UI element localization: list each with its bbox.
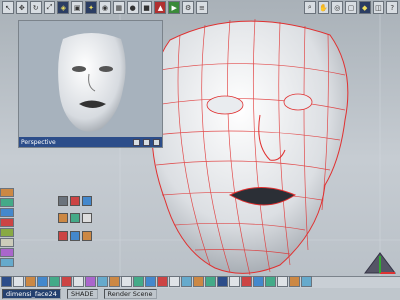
help-icon[interactable]: ? [386,1,399,14]
axis-gizmo-icon [364,252,396,274]
tool-icon[interactable] [253,276,264,287]
tool-icon[interactable] [0,208,14,217]
tool-icon[interactable] [0,218,14,227]
perspective-viewport[interactable]: Perspective [18,20,163,148]
status-bar: dimensi_face24 SHADE Render Scene [0,288,400,300]
tool-icon[interactable] [145,276,156,287]
head-model-shaded [58,33,126,132]
tool-icon[interactable] [157,276,168,287]
tool-icon[interactable] [70,196,80,206]
shade-mode[interactable]: SHADE [66,289,98,299]
frame-icon[interactable]: ▢ [345,1,357,14]
tool-icon[interactable] [49,276,60,287]
scale-icon[interactable]: ⤢ [43,1,56,14]
tool-icon[interactable] [0,238,14,247]
tool-icon[interactable] [121,276,132,287]
tool-icon[interactable] [133,276,144,287]
top-right-toolbar: ⌕ ✋ ◎ ▢ ◆ ◫ ? [302,0,400,16]
layout-icon[interactable]: ◫ [372,1,385,14]
maximize-icon[interactable] [143,138,150,146]
tool-icon[interactable] [193,276,204,287]
settings-icon[interactable]: ⚙ [182,1,195,14]
left-tool-palette [0,188,16,276]
render-icon[interactable]: ▶ [168,1,181,14]
orbit-icon[interactable]: ◎ [331,1,344,14]
close-icon[interactable] [153,138,160,146]
rotate-icon[interactable]: ↻ [29,1,42,14]
perspective-title-bar[interactable]: Perspective [19,137,162,147]
tool-icon[interactable] [82,196,92,206]
move-icon[interactable]: ✥ [15,1,28,14]
tool-icon[interactable] [73,276,84,287]
tool-icon[interactable] [241,276,252,287]
tool-icon[interactable] [277,276,288,287]
tool-icon[interactable] [58,230,68,241]
tool-icon[interactable] [97,276,108,287]
eye-icon[interactable]: ◉ [99,1,111,14]
camera-icon[interactable]: ▣ [71,1,84,14]
tool-icon[interactable] [25,276,36,287]
tool-icon[interactable] [205,276,216,287]
bottom-toolbar [0,276,400,288]
top-toolbar: ↖ ✥ ↻ ⤢ ◈ ▣ ✦ ◉ ▦ ● ■ ▲ ▶ ⚙ ≡ [0,0,210,16]
tool-icon[interactable] [0,248,14,257]
tool-icon[interactable] [85,276,96,287]
layers-icon[interactable]: ≡ [196,1,208,14]
tool-icon[interactable] [82,213,92,224]
render-scene-button[interactable]: Render Scene [103,289,157,299]
tool-icon[interactable] [229,276,240,287]
cube-icon[interactable]: ■ [140,1,153,14]
floating-tool-palette [58,196,94,246]
tool-icon[interactable] [58,213,68,224]
snap-icon[interactable]: ◆ [358,1,371,14]
pan-icon[interactable]: ✋ [317,1,330,14]
tool-icon[interactable] [0,258,14,267]
tool-icon[interactable] [265,276,276,287]
tool-icon[interactable] [70,213,80,224]
grid-icon[interactable]: ▦ [112,1,125,14]
tool-icon[interactable] [61,276,72,287]
zoom-icon[interactable]: ⌕ [304,1,316,14]
tool-icon[interactable] [169,276,180,287]
tool-icon[interactable] [70,230,80,241]
head-model-wireframe[interactable] [130,10,370,280]
light-icon[interactable]: ✦ [85,1,98,14]
tool-icon[interactable] [301,276,312,287]
sphere-icon[interactable]: ● [126,1,139,14]
minimize-icon[interactable] [133,138,140,146]
tool-icon[interactable] [217,276,228,287]
tool-icon[interactable] [13,276,24,287]
object-name[interactable]: dimensi_face24 [2,289,61,299]
tool-icon[interactable] [82,230,92,241]
tool-icon[interactable] [58,196,68,206]
main-viewport[interactable]: Perspective ↖ ✥ ↻ ⤢ ◈ ▣ ✦ ◉ ▦ ● ■ ▲ ▶ ⚙ … [0,0,400,288]
arrow-icon[interactable]: ↖ [2,1,14,14]
perspective-title: Perspective [21,138,56,146]
tool-icon[interactable] [109,276,120,287]
tool-icon[interactable] [181,276,192,287]
tool-icon[interactable] [1,276,12,287]
select-icon[interactable]: ◈ [57,1,70,14]
tool-icon[interactable] [0,198,14,207]
tool-icon[interactable] [0,188,14,197]
tool-icon[interactable] [0,228,14,237]
cone-icon[interactable]: ▲ [154,1,167,14]
tool-icon[interactable] [37,276,48,287]
tool-icon[interactable] [289,276,300,287]
